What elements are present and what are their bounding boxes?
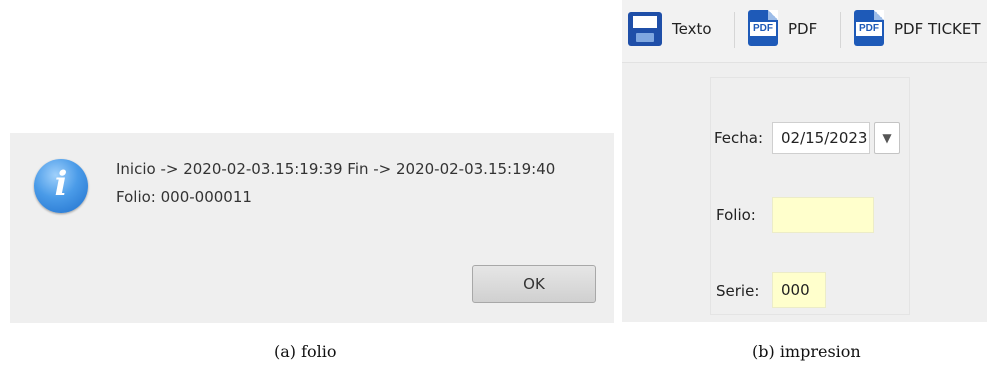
pdf-button[interactable]: PDF PDF (748, 10, 836, 50)
pdf-icon: PDF (854, 10, 884, 46)
ok-button[interactable]: OK (472, 265, 596, 303)
info-dialog: i Inicio -> 2020-02-03.15:19:39 Fin -> 2… (10, 133, 614, 323)
dialog-message-line1: Inicio -> 2020-02-03.15:19:39 Fin -> 202… (116, 160, 556, 178)
folio-input[interactable] (772, 197, 874, 233)
fecha-label: Fecha: (714, 129, 764, 147)
texto-button[interactable]: Texto (624, 10, 728, 50)
toolbar: Texto PDF PDF PDF PDF TICKET (622, 0, 987, 63)
pdf-icon-text: PDF (856, 22, 882, 36)
pdf-label: PDF (788, 20, 818, 38)
toolbar-separator (734, 12, 735, 48)
floppy-disk-icon (628, 12, 662, 46)
folio-label: Folio: (716, 206, 756, 224)
date-dropdown-button[interactable]: ▼ (874, 122, 900, 154)
info-icon-glyph: i (54, 164, 68, 204)
pdf-icon-text: PDF (750, 22, 776, 36)
serie-input[interactable]: 000 (772, 272, 826, 308)
dialog-message-line2: Folio: 000-000011 (116, 188, 252, 206)
caption-a: (a) folio (274, 342, 337, 361)
caption-b: (b) impresion (752, 342, 861, 361)
serie-label: Serie: (716, 282, 760, 300)
texto-label: Texto (672, 20, 712, 38)
pdf-ticket-label: PDF TICKET (894, 20, 981, 38)
pdf-ticket-button[interactable]: PDF PDF TICKET (854, 10, 987, 50)
pdf-icon: PDF (748, 10, 778, 46)
info-icon: i (34, 159, 88, 213)
fecha-date-input[interactable]: 02/15/2023 (772, 122, 870, 154)
toolbar-separator (840, 12, 841, 48)
